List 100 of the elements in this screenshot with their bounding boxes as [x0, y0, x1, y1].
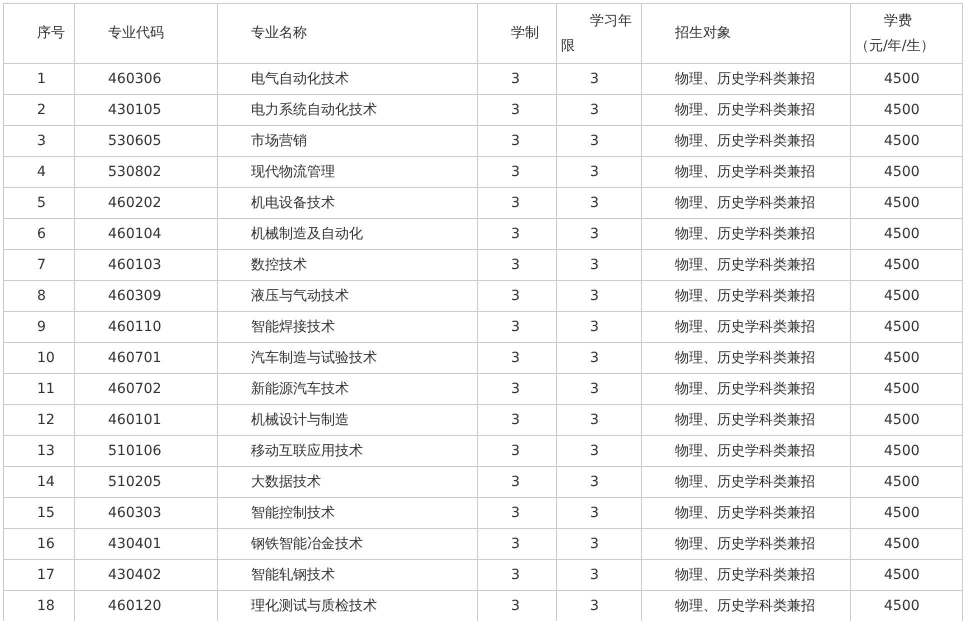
table-cell: 460202	[74, 188, 218, 218]
table-cell: 460104	[74, 218, 218, 250]
table-cell: 物理、历史学科类兼招	[642, 64, 850, 94]
table-cell: 3	[556, 218, 642, 250]
table-cell: 460303	[74, 498, 218, 528]
table-cell: 9	[4, 312, 74, 342]
column-header: 专业名称	[218, 4, 478, 64]
table-cell: 物理、历史学科类兼招	[642, 342, 850, 374]
table-cell: 市场营销	[218, 126, 478, 156]
column-header: 学制	[478, 4, 556, 64]
table-cell: 3	[478, 466, 556, 498]
table-cell: 460701	[74, 342, 218, 374]
table-cell: 4500	[850, 342, 962, 374]
table-cell: 3	[478, 94, 556, 126]
table-cell: 3	[478, 280, 556, 312]
table-cell: 电力系统自动化技术	[218, 94, 478, 126]
table-cell: 3	[478, 342, 556, 374]
column-header: 序号	[4, 4, 74, 64]
column-header: 学习年限	[556, 4, 642, 64]
table-cell: 物理、历史学科类兼招	[642, 188, 850, 218]
table-cell: 3	[556, 188, 642, 218]
column-header: 招生对象	[642, 4, 850, 64]
table-cell: 4500	[850, 560, 962, 590]
table-cell: 3	[556, 466, 642, 498]
table-cell: 机电设备技术	[218, 188, 478, 218]
table-cell: 3	[556, 560, 642, 590]
table-cell: 3	[478, 126, 556, 156]
table-cell: 4500	[850, 218, 962, 250]
table-cell: 智能轧钢技术	[218, 560, 478, 590]
table-cell: 3	[478, 560, 556, 590]
table-cell: 物理、历史学科类兼招	[642, 250, 850, 280]
table-cell: 智能焊接技术	[218, 312, 478, 342]
table-cell: 3	[556, 436, 642, 466]
table-cell: 数控技术	[218, 250, 478, 280]
table-cell: 4500	[850, 126, 962, 156]
table-cell: 4500	[850, 64, 962, 94]
table-cell: 430402	[74, 560, 218, 590]
table-cell: 3	[556, 156, 642, 188]
table-cell: 3	[556, 374, 642, 404]
table-cell: 4	[4, 156, 74, 188]
table-cell: 物理、历史学科类兼招	[642, 312, 850, 342]
table-cell: 3	[478, 188, 556, 218]
table-cell: 1	[4, 64, 74, 94]
table-cell: 10	[4, 342, 74, 374]
table-cell: 汽车制造与试验技术	[218, 342, 478, 374]
table-cell: 8	[4, 280, 74, 312]
table-cell: 530605	[74, 126, 218, 156]
table-cell: 14	[4, 466, 74, 498]
table-cell: 5	[4, 188, 74, 218]
table-cell: 3	[478, 374, 556, 404]
table-cell: 大数据技术	[218, 466, 478, 498]
table-cell: 4500	[850, 280, 962, 312]
table-cell: 3	[556, 498, 642, 528]
table-cell: 510106	[74, 436, 218, 466]
table-cell: 460110	[74, 312, 218, 342]
table-cell: 4500	[850, 312, 962, 342]
table-cell: 4500	[850, 436, 962, 466]
table-cell: 3	[556, 126, 642, 156]
table-cell: 3	[556, 528, 642, 560]
table-cell: 钢铁智能冶金技术	[218, 528, 478, 560]
table-cell: 4500	[850, 498, 962, 528]
table-cell: 物理、历史学科类兼招	[642, 126, 850, 156]
table-cell: 物理、历史学科类兼招	[642, 436, 850, 466]
table-cell: 物理、历史学科类兼招	[642, 560, 850, 590]
table-cell: 3	[478, 250, 556, 280]
table-cell: 16	[4, 528, 74, 560]
table-cell: 6	[4, 218, 74, 250]
table-cell: 物理、历史学科类兼招	[642, 156, 850, 188]
table-cell: 3	[556, 312, 642, 342]
table-cell: 13	[4, 436, 74, 466]
table-cell: 510205	[74, 466, 218, 498]
column-header: 专业代码	[74, 4, 218, 64]
table-cell: 3	[478, 156, 556, 188]
table-cell: 430401	[74, 528, 218, 560]
table-cell: 物理、历史学科类兼招	[642, 466, 850, 498]
column-header: 学费（元/年/生）	[850, 4, 962, 64]
table-cell: 4500	[850, 188, 962, 218]
table-cell: 3	[478, 498, 556, 528]
table-cell: 智能控制技术	[218, 498, 478, 528]
table-cell: 物理、历史学科类兼招	[642, 404, 850, 436]
table-cell: 新能源汽车技术	[218, 374, 478, 404]
table-cell: 460101	[74, 404, 218, 436]
table-cell: 17	[4, 560, 74, 590]
table-cell: 物理、历史学科类兼招	[642, 374, 850, 404]
table-cell: 物理、历史学科类兼招	[642, 94, 850, 126]
table-cell: 7	[4, 250, 74, 280]
table-cell: 2	[4, 94, 74, 126]
table-cell: 3	[556, 250, 642, 280]
table-cell: 物理、历史学科类兼招	[642, 218, 850, 250]
table-cell: 4500	[850, 528, 962, 560]
table-cell: 3	[478, 64, 556, 94]
table-cell: 电气自动化技术	[218, 64, 478, 94]
table-cell: 460309	[74, 280, 218, 312]
table-cell: 460306	[74, 64, 218, 94]
table-cell: 物理、历史学科类兼招	[642, 528, 850, 560]
table-cell: 3	[556, 64, 642, 94]
table-cell: 液压与气动技术	[218, 280, 478, 312]
table-cell: 3	[556, 404, 642, 436]
table-cell: 3	[556, 280, 642, 312]
table-cell: 移动互联应用技术	[218, 436, 478, 466]
